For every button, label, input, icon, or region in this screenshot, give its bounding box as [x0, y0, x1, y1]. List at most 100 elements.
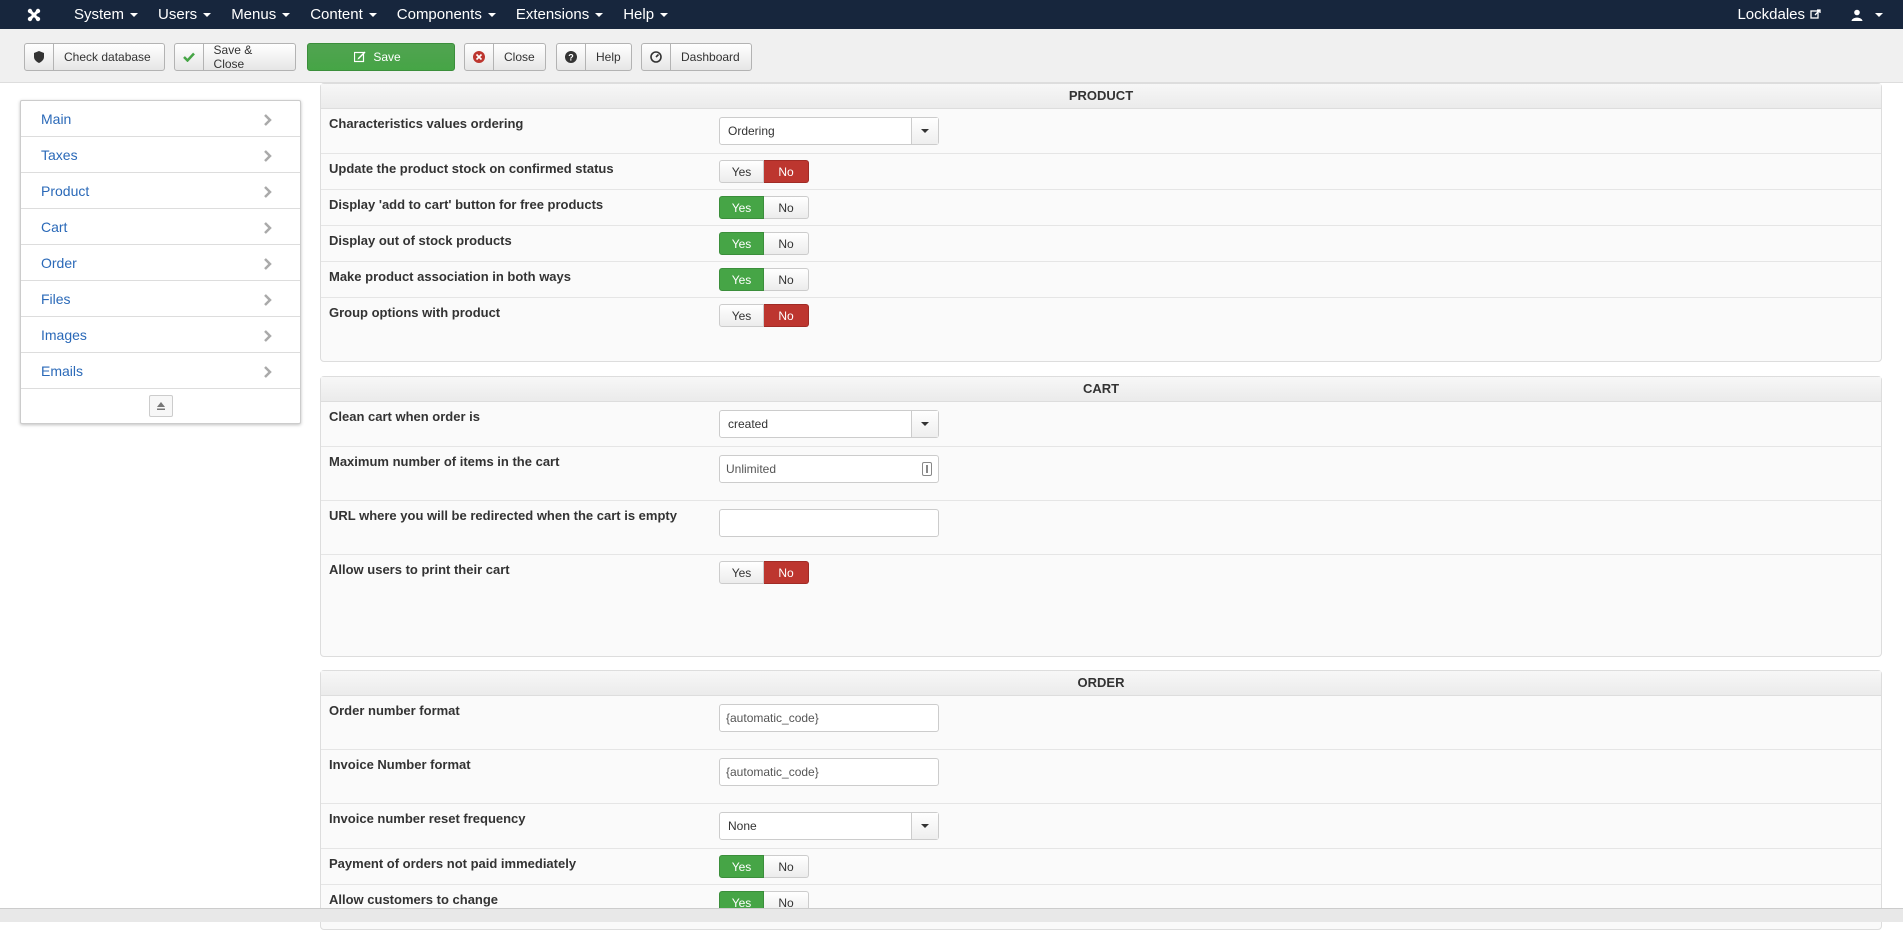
sidebar-footer [21, 389, 300, 422]
check-database-button[interactable]: Check database [24, 43, 165, 71]
sidebar-item-order[interactable]: Order [21, 245, 300, 281]
top-navbar: System Users Menus Content Components Ex… [0, 0, 1903, 29]
toolbar: Check database Save & Close Save Close ?… [0, 29, 1903, 83]
panel-title: PRODUCT [321, 84, 1881, 109]
toggle-yes[interactable]: Yes [719, 855, 764, 878]
sidebar-item-product[interactable]: Product [21, 173, 300, 209]
toggle-no[interactable]: No [764, 855, 809, 878]
toggle-no[interactable]: No [764, 232, 809, 255]
eject-icon [156, 401, 165, 410]
stepper-icon[interactable] [922, 462, 932, 476]
navbar-right: Lockdales [1737, 6, 1903, 23]
toggle-yes[interactable]: Yes [719, 268, 764, 291]
shield-icon [25, 44, 54, 70]
help-button[interactable]: ? Help [556, 43, 632, 71]
toggle-no[interactable]: No [764, 160, 809, 183]
toggle-no[interactable]: No [764, 304, 809, 327]
menu-help[interactable]: Help [613, 0, 678, 29]
panel-title: ORDER [321, 671, 1881, 696]
chevron-right-icon [264, 257, 272, 273]
caret-down-icon [203, 13, 212, 18]
product-association-toggle[interactable]: Yes No [719, 268, 809, 291]
user-icon [1851, 9, 1863, 21]
setting-row: Clean cart when order is created [321, 402, 1881, 447]
setting-row: Update the product stock on confirmed st… [321, 154, 1881, 190]
setting-row: Make product association in both ways Ye… [321, 262, 1881, 298]
caret-down-icon [282, 13, 291, 18]
print-cart-toggle[interactable]: Yes No [719, 561, 809, 584]
site-link[interactable]: Lockdales [1737, 6, 1821, 23]
menu-content[interactable]: Content [300, 0, 387, 29]
toggle-yes[interactable]: Yes [719, 196, 764, 219]
group-options-toggle[interactable]: Yes No [719, 304, 809, 327]
caret-down-icon [595, 13, 604, 18]
sidebar-item-emails[interactable]: Emails [21, 353, 300, 389]
save-close-button[interactable]: Save & Close [174, 43, 296, 71]
menu-menus[interactable]: Menus [221, 0, 300, 29]
status-bar [0, 908, 1903, 922]
setting-row: Display out of stock products Yes No [321, 226, 1881, 262]
close-circle-icon [465, 44, 494, 70]
sidebar-item-files[interactable]: Files [21, 281, 300, 317]
update-stock-toggle[interactable]: Yes No [719, 160, 809, 183]
menu-system[interactable]: System [64, 0, 148, 29]
sidebar-item-cart[interactable]: Cart [21, 209, 300, 245]
dashboard-button[interactable]: Dashboard [641, 43, 752, 71]
setting-row: Maximum number of items in the cart Unli… [321, 447, 1881, 501]
add-to-cart-free-toggle[interactable]: Yes No [719, 196, 809, 219]
sidebar-item-images[interactable]: Images [21, 317, 300, 353]
caret-down-icon [660, 13, 669, 18]
chevron-right-icon [264, 185, 272, 201]
caret-down-icon [911, 118, 938, 144]
setting-row: Characteristics values ordering Ordering [321, 109, 1881, 154]
invoice-reset-frequency-select[interactable]: None [719, 812, 939, 840]
order-number-format-input[interactable]: {automatic_code} [719, 704, 939, 732]
invoice-number-format-input[interactable]: {automatic_code} [719, 758, 939, 786]
menu-users[interactable]: Users [148, 0, 221, 29]
dashboard-icon [642, 44, 671, 70]
close-button[interactable]: Close [464, 43, 546, 71]
max-items-input[interactable]: Unlimited [719, 455, 939, 483]
product-panel: PRODUCT Characteristics values ordering … [320, 83, 1882, 362]
setting-row: Display 'add to cart' button for free pr… [321, 190, 1881, 226]
setting-row: Invoice Number format {automatic_code} [321, 750, 1881, 804]
caret-down-icon [368, 13, 377, 18]
menu-components[interactable]: Components [387, 0, 506, 29]
empty-cart-url-input[interactable] [719, 509, 939, 537]
sidebar-item-taxes[interactable]: Taxes [21, 137, 300, 173]
save-button[interactable]: Save [307, 43, 455, 71]
cart-panel: CART Clean cart when order is created Ma… [320, 376, 1882, 657]
caret-down-icon [487, 13, 496, 18]
order-panel: ORDER Order number format {automatic_cod… [320, 670, 1882, 930]
setting-row: URL where you will be redirected when th… [321, 501, 1881, 555]
toggle-yes[interactable]: Yes [719, 160, 764, 183]
setting-row: Group options with product Yes No [321, 298, 1881, 362]
toggle-yes[interactable]: Yes [719, 561, 764, 584]
caret-down-icon [911, 813, 938, 839]
payment-not-paid-toggle[interactable]: Yes No [719, 855, 809, 878]
sidebar-item-main[interactable]: Main [21, 101, 300, 137]
external-link-icon [1810, 9, 1821, 19]
toggle-yes[interactable]: Yes [719, 304, 764, 327]
main-menu: System Users Menus Content Components Ex… [64, 0, 678, 29]
user-menu[interactable] [1851, 9, 1883, 21]
toggle-no[interactable]: No [764, 561, 809, 584]
clean-cart-select[interactable]: created [719, 410, 939, 438]
joomla-logo-icon[interactable] [19, 0, 49, 29]
svg-text:?: ? [568, 53, 574, 63]
setting-row: Payment of orders not paid immediately Y… [321, 849, 1881, 885]
toggle-yes[interactable]: Yes [719, 232, 764, 255]
characteristics-ordering-select[interactable]: Ordering [719, 117, 939, 145]
caret-down-icon [1875, 12, 1883, 17]
chevron-right-icon [264, 365, 272, 381]
edit-icon [351, 44, 369, 70]
caret-down-icon [911, 411, 938, 437]
caret-down-icon [130, 13, 139, 18]
chevron-right-icon [264, 113, 272, 129]
toggle-no[interactable]: No [764, 196, 809, 219]
menu-extensions[interactable]: Extensions [506, 0, 613, 29]
toggle-no[interactable]: No [764, 268, 809, 291]
chevron-right-icon [264, 221, 272, 237]
collapse-sidebar-button[interactable] [148, 394, 173, 417]
out-of-stock-toggle[interactable]: Yes No [719, 232, 809, 255]
